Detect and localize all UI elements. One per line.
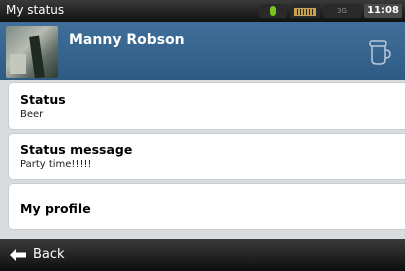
status-message-item[interactable]: Status message Party time!!!!! (8, 133, 405, 180)
status-label: Status (20, 92, 66, 107)
microphone-icon (259, 4, 287, 18)
profile-header: Manny Robson (0, 22, 405, 80)
status-item[interactable]: Status Beer (8, 82, 405, 130)
arrow-left-icon (10, 248, 26, 261)
signal-icon: 3G (323, 4, 361, 18)
avatar[interactable] (6, 26, 58, 78)
back-label: Back (33, 247, 65, 262)
clock: 11:08 (364, 4, 402, 18)
my-profile-item[interactable]: My profile (8, 183, 405, 230)
status-value: Beer (20, 109, 44, 120)
battery-icon (290, 4, 320, 18)
bottom-bar: Back (0, 239, 405, 271)
status-bar: My status 3G 11:08 (0, 0, 405, 22)
back-button[interactable]: Back (9, 247, 65, 262)
status-icons: 3G 11:08 (259, 3, 405, 19)
my-profile-label: My profile (20, 201, 91, 216)
screen-title: My status (6, 3, 65, 17)
status-message-label: Status message (20, 142, 133, 157)
cup-icon[interactable] (367, 38, 391, 66)
status-message-value: Party time!!!!! (20, 159, 92, 170)
user-name: Manny Robson (69, 32, 185, 48)
